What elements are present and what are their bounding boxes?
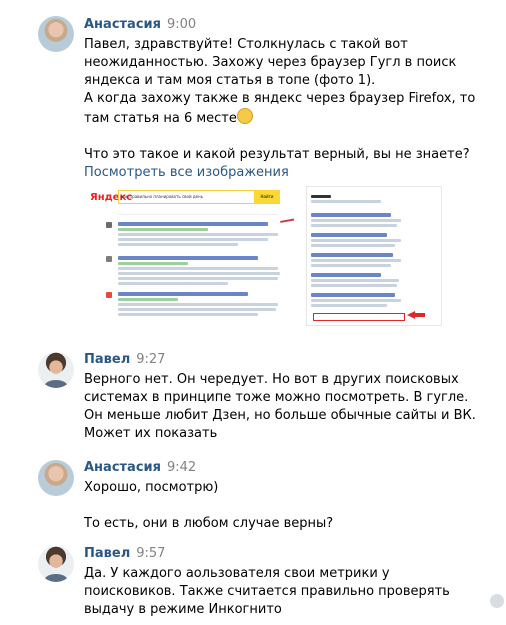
message-text: А когда захожу также в яндекс через брау… (84, 91, 476, 126)
message-text: Хорошо, посмотрю) (84, 480, 219, 495)
message-time[interactable]: 9:00 (167, 17, 196, 32)
highlight-box (313, 313, 405, 321)
author-name[interactable]: Павел (84, 352, 130, 367)
message-text: Да. У каждого аользователя свои метрики … (84, 566, 450, 617)
red-arrow-icon (407, 311, 425, 319)
author-name[interactable]: Павел (84, 546, 130, 561)
message-time[interactable]: 9:57 (136, 546, 165, 561)
search-result (106, 290, 284, 318)
message-time[interactable]: 9:42 (167, 460, 196, 475)
attached-image-yandex[interactable]: Яндекс как правильно планировать свой де… (84, 186, 294, 324)
author-name[interactable]: Анастасия (84, 460, 161, 475)
search-button: Найти (254, 190, 280, 204)
message-text: То есть, они в любом случае верны? (84, 516, 334, 531)
message-time[interactable]: 9:27 (136, 352, 165, 367)
message-text: Павел, здравствуйте! Столкнулась с такой… (84, 37, 457, 88)
avatar[interactable] (38, 546, 74, 582)
message-text: Верного нет. Он чередует. Но вот в други… (84, 372, 476, 441)
search-box: как правильно планировать свой день (118, 190, 256, 204)
scroll-down-button[interactable] (490, 594, 504, 608)
search-tabs (118, 206, 278, 215)
view-all-images-link[interactable]: Посмотреть все изображения (84, 165, 289, 180)
search-result (106, 220, 284, 248)
author-name[interactable]: Анастасия (84, 17, 161, 32)
search-result (106, 254, 284, 287)
avatar[interactable] (38, 16, 74, 52)
attached-image-firefox[interactable] (306, 186, 442, 326)
avatar[interactable] (38, 460, 74, 496)
avatar[interactable] (38, 352, 74, 388)
message-text: Что это такое и какой результат верный, … (84, 147, 470, 162)
worried-face-icon (236, 108, 253, 124)
